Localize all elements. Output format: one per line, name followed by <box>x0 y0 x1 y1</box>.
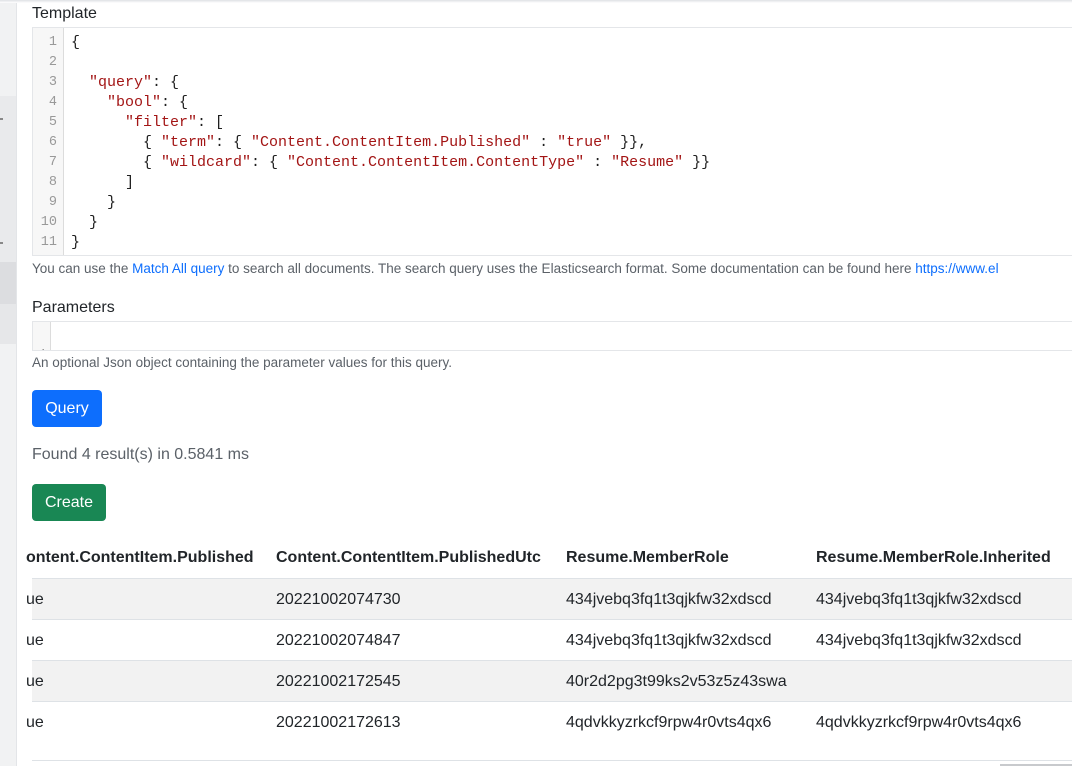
code-text: } <box>71 214 99 231</box>
code-text: "query": { <box>89 74 180 91</box>
query-button[interactable]: Query <box>32 390 102 427</box>
line-number: 1 <box>48 35 57 50</box>
code-text: { "wildcard": { "Content.ContentItem.Con… <box>71 154 711 171</box>
column-header[interactable]: ontent.ContentItem.Published <box>26 538 254 578</box>
table-cell: 434jvebq3fq1t3qjkfw32xdscd <box>816 632 1022 649</box>
table-cell: 4qdvkkyzrkcf9rpw4r0vts4qx6 <box>566 714 772 731</box>
code-text: } <box>71 194 117 211</box>
line-number: 7 <box>48 155 57 170</box>
table-cell: 20221002074847 <box>276 632 401 649</box>
side-panel-tab-active[interactable] <box>0 262 16 304</box>
table-cell: ue <box>26 632 44 649</box>
line-number: 11 <box>40 235 57 250</box>
editor-line: 6 { "term": { "Content.ContentItem.Publi… <box>33 133 1072 153</box>
line-number: 4 <box>48 95 57 110</box>
top-bar-shadow <box>0 0 1072 3</box>
side-panel <box>0 0 17 766</box>
side-panel-marker <box>0 118 3 120</box>
parameters-editor[interactable]: 1 { } <box>32 321 1072 351</box>
editor-line: 5 "filter": [ <box>33 113 1072 133</box>
template-label: Template <box>32 5 97 22</box>
template-help-text: You can use the Match All query to searc… <box>32 261 999 276</box>
elasticsearch-docs-link[interactable]: https://www.el <box>915 261 998 276</box>
match-all-query-link[interactable]: Match All query <box>132 261 224 276</box>
editor-line: 1{ <box>33 33 1072 53</box>
parameters-help-text: An optional Json object containing the p… <box>32 355 452 370</box>
editor-line: 7 { "wildcard": { "Content.ContentItem.C… <box>33 153 1072 173</box>
create-button[interactable]: Create <box>32 484 106 521</box>
column-header[interactable]: Content.ContentItem.PublishedUtc <box>276 538 541 578</box>
table-cell: ue <box>26 673 44 690</box>
table-cell: 434jvebq3fq1t3qjkfw32xdscd <box>566 632 772 649</box>
line-number: 6 <box>48 135 57 150</box>
table-cell: ue <box>26 714 44 731</box>
table-cell: ue <box>26 591 44 608</box>
code-text: { "term": { "Content.ContentItem.Publish… <box>71 134 648 151</box>
editor-line: 2 <box>33 53 1072 73</box>
editor-line: 4 "bool": { <box>33 93 1072 113</box>
editor-line: 1 { } <box>33 326 1072 350</box>
editor-line: 3 "query": { <box>33 73 1072 93</box>
parameters-label: Parameters <box>32 299 115 316</box>
editor-line: 8 ] <box>33 173 1072 193</box>
table-cell: 20221002172613 <box>276 714 401 731</box>
code-text: "filter": [ <box>125 114 225 131</box>
side-panel-tab[interactable] <box>0 304 16 344</box>
line-number: 8 <box>48 175 57 190</box>
editor-line: 9 } <box>33 193 1072 213</box>
code-text: ] <box>71 174 135 191</box>
results-summary: Found 4 result(s) in 0.5841 ms <box>32 446 249 463</box>
table-row[interactable]: ue 20221002074730 434jvebq3fq1t3qjkfw32xds… <box>26 578 1072 620</box>
column-header[interactable]: Resume.MemberRole.Inherited <box>816 538 1051 578</box>
table-cell: 4qdvkkyzrkcf9rpw4r0vts4qx6 <box>816 714 1022 731</box>
line-number: 5 <box>48 115 57 130</box>
column-header[interactable]: Resume.MemberRole <box>566 538 729 578</box>
table-cell: 434jvebq3fq1t3qjkfw32xdscd <box>816 591 1022 608</box>
table-row[interactable]: ue 20221002074847 434jvebq3fq1t3qjkfw32xds… <box>26 619 1072 661</box>
line-number: 9 <box>48 195 57 210</box>
template-editor[interactable]: 1{2 3 "query": {4 "bool": {5 "filter": [6… <box>32 27 1072 256</box>
line-number: 3 <box>48 75 57 90</box>
line-number: 2 <box>48 55 57 70</box>
table-cell: 20221002172545 <box>276 673 401 690</box>
code-text: { <box>71 34 81 51</box>
editor-line: 10 } <box>33 213 1072 233</box>
editor-line: 11} <box>33 233 1072 253</box>
table-cell: 434jvebq3fq1t3qjkfw32xdscd <box>566 591 772 608</box>
code-text: "bool": { <box>107 94 189 111</box>
side-panel-marker <box>0 242 3 244</box>
code-text: } <box>71 234 81 251</box>
side-panel-tab[interactable] <box>0 96 16 262</box>
table-cell: 40r2d2pg3t99ks2v53z5z43swa <box>566 673 787 690</box>
table-cell: 20221002074730 <box>276 591 401 608</box>
line-number: 10 <box>40 215 57 230</box>
table-row[interactable]: ue 20221002172545 40r2d2pg3t99ks2v53z5z43s… <box>26 660 1072 702</box>
table-row[interactable]: ue 20221002172613 4qdvkkyzrkcf9rpw4r0vts4q… <box>26 701 1072 743</box>
